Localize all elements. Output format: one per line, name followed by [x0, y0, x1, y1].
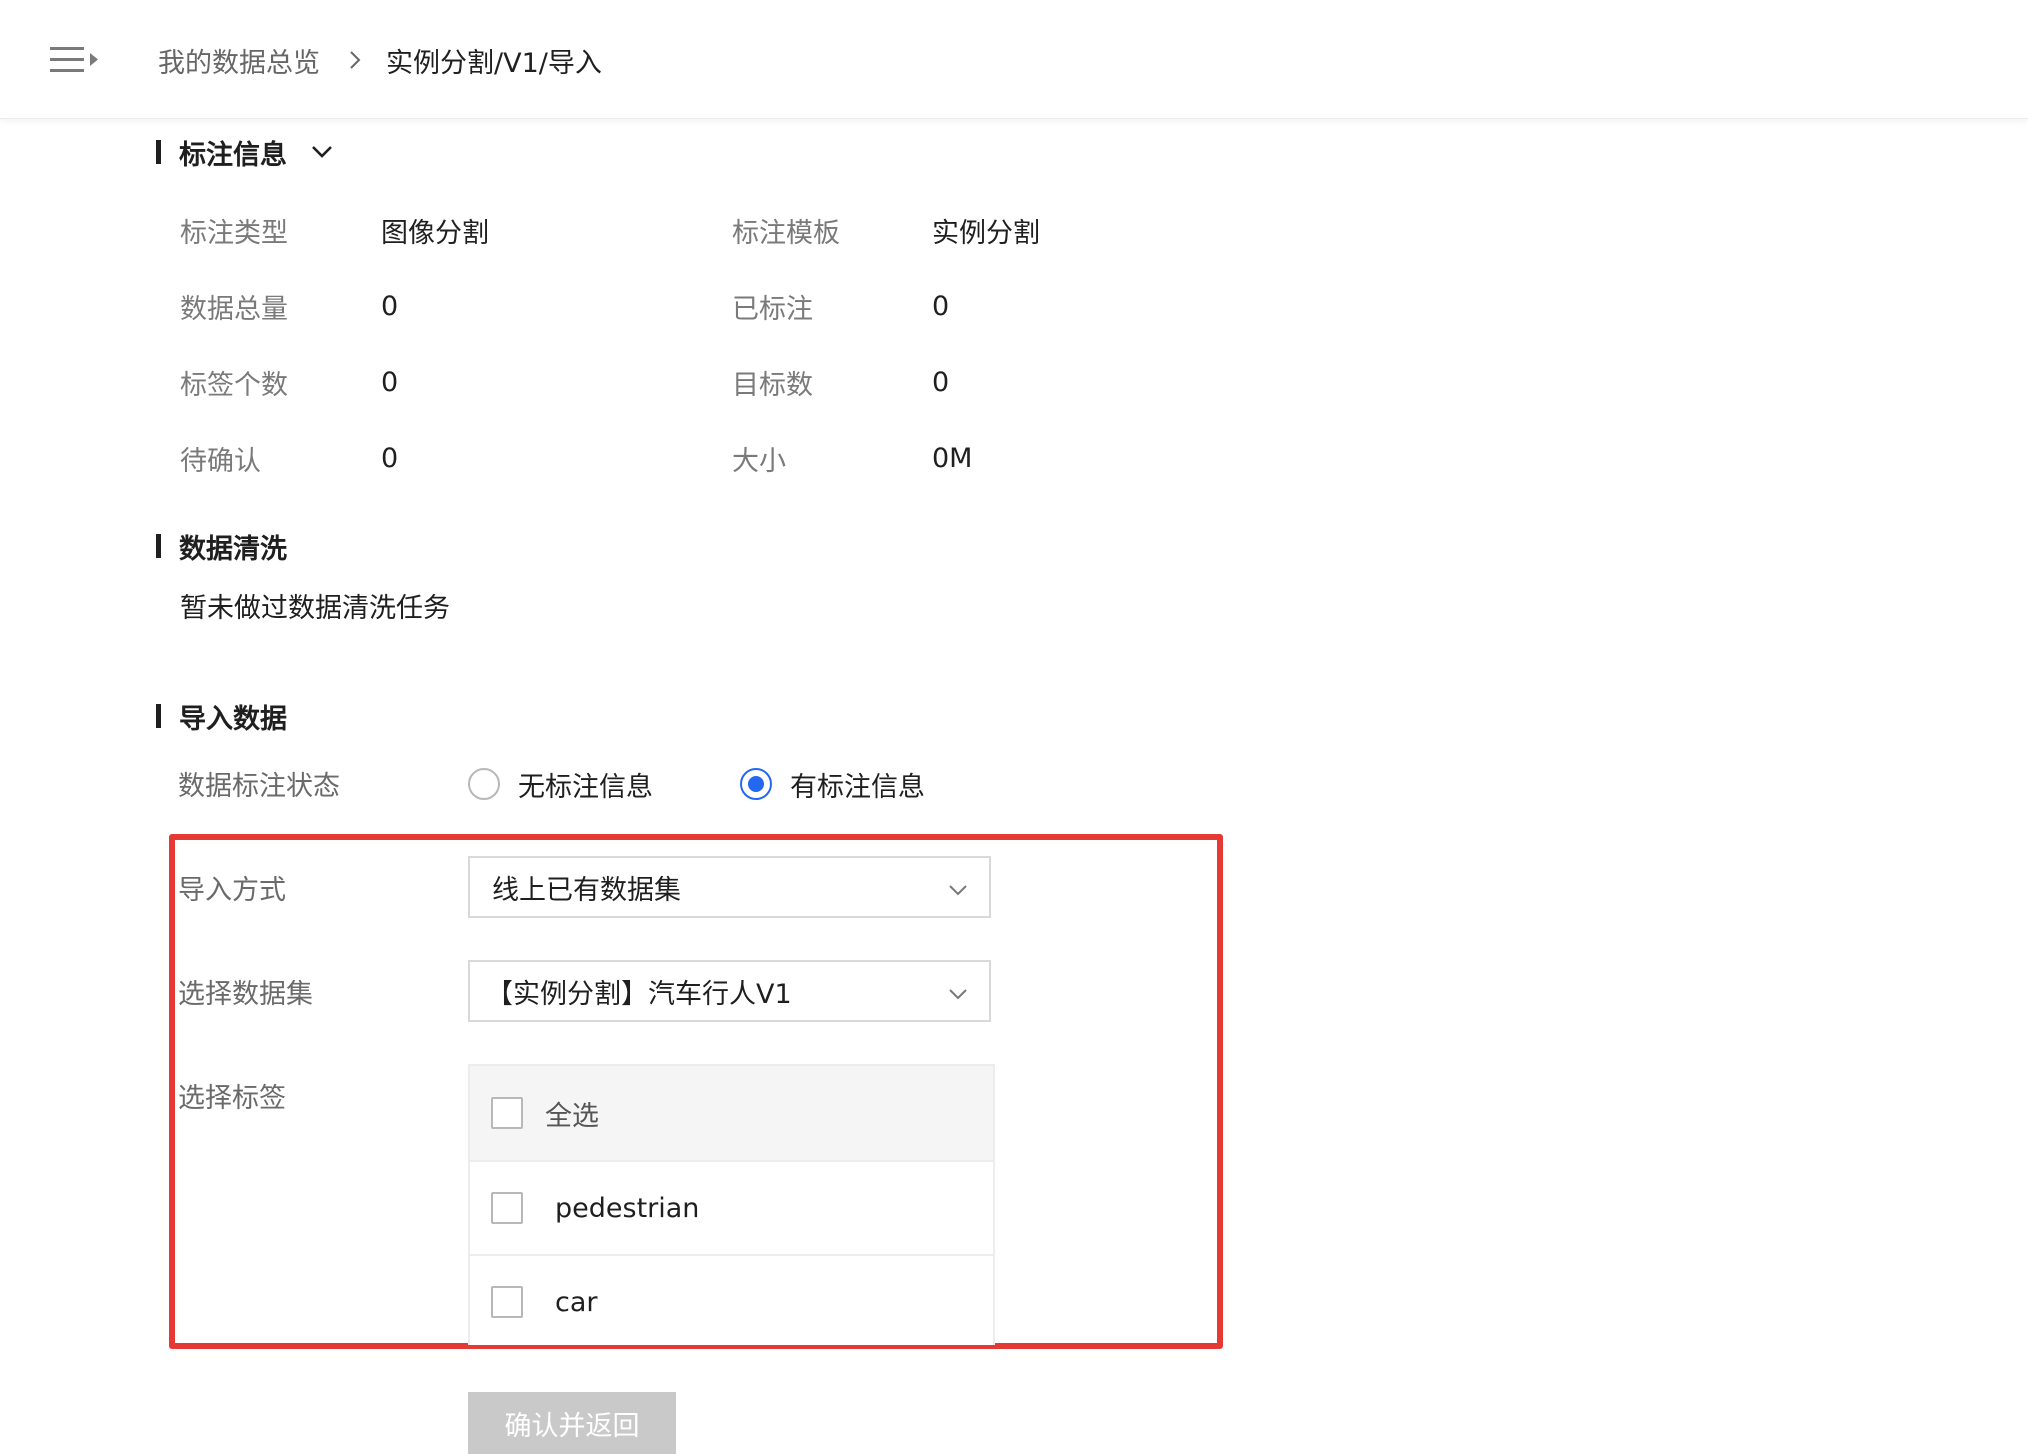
radio-label: 有标注信息 [790, 771, 925, 803]
info-label-annotation-type: 标注类型 [180, 217, 288, 249]
info-value-annotation-template: 实例分割 [932, 217, 1040, 249]
select-all-checkbox-row[interactable]: 全选 [470, 1066, 993, 1160]
dataset-select[interactable]: 【实例分割】汽车行人V1 [468, 960, 991, 1022]
checkbox[interactable] [491, 1286, 523, 1318]
import-method-label: 导入方式 [178, 875, 286, 906]
chevron-right-icon [344, 49, 366, 71]
radio-no-annotation[interactable]: 无标注信息 [468, 764, 653, 804]
chevron-down-icon [947, 877, 969, 899]
info-value-total: 0 [381, 290, 399, 322]
menu-toggle-button[interactable] [50, 44, 102, 76]
radio-has-annotation[interactable]: 有标注信息 [740, 764, 925, 804]
info-label-target-count: 目标数 [732, 369, 813, 401]
info-value-pending: 0 [381, 442, 399, 474]
info-value-size: 0M [932, 442, 973, 474]
info-label-tag-count: 标签个数 [180, 369, 288, 401]
info-label-pending: 待确认 [180, 445, 261, 477]
checkbox[interactable] [491, 1192, 523, 1224]
section-marker [156, 704, 161, 728]
tag-label: pedestrian [555, 1192, 700, 1224]
tags-label: 选择标签 [178, 1083, 286, 1114]
tag-row-car[interactable]: car [470, 1254, 993, 1345]
section-title-text: 标注信息 [179, 139, 287, 171]
info-value-annotation-type: 图像分割 [381, 217, 489, 249]
info-value-target-count: 0 [932, 366, 950, 398]
breadcrumb-current: 实例分割/V1/导入 [386, 47, 602, 79]
info-value-tag-count: 0 [381, 366, 399, 398]
data-cleaning-empty-text: 暂未做过数据清洗任务 [180, 593, 450, 624]
radio-circle-checked [740, 768, 772, 800]
page: 我的数据总览 实例分割/V1/导入 标注信息 标注类型 图像分割 标注模板 实例… [0, 0, 2028, 1454]
info-label-total: 数据总量 [180, 293, 288, 325]
select-all-label: 全选 [545, 1100, 599, 1132]
import-method-select[interactable]: 线上已有数据集 [468, 856, 991, 918]
info-label-annotated: 已标注 [732, 293, 813, 325]
radio-circle [468, 768, 500, 800]
section-marker [156, 534, 161, 558]
section-title-data-cleaning: 数据清洗 [156, 526, 287, 566]
tag-row-pedestrian[interactable]: pedestrian [470, 1160, 993, 1254]
section-marker [156, 140, 161, 164]
confirm-and-return-button[interactable]: 确认并返回 [468, 1392, 676, 1454]
info-label-annotation-template: 标注模板 [732, 217, 840, 249]
top-bar: 我的数据总览 实例分割/V1/导入 [0, 0, 2028, 119]
section-title-annotation-info: 标注信息 [156, 132, 337, 172]
tag-selection-panel: 全选 pedestrian car [468, 1064, 995, 1345]
tag-label: car [555, 1286, 598, 1318]
dataset-value: 【实例分割】汽车行人V1 [486, 978, 792, 1010]
section-title-text: 导入数据 [179, 703, 287, 735]
menu-collapse-icon [50, 47, 98, 72]
checkbox[interactable] [491, 1097, 523, 1129]
section-title-text: 数据清洗 [179, 533, 287, 565]
annotation-status-label: 数据标注状态 [178, 771, 340, 802]
chevron-down-icon [947, 981, 969, 1003]
info-label-size: 大小 [732, 445, 786, 477]
radio-label: 无标注信息 [518, 771, 653, 803]
breadcrumb: 我的数据总览 实例分割/V1/导入 [158, 38, 602, 82]
chevron-down-icon[interactable] [307, 137, 337, 167]
dataset-label: 选择数据集 [178, 979, 313, 1010]
import-method-value: 线上已有数据集 [492, 874, 681, 906]
info-value-annotated: 0 [932, 290, 950, 322]
breadcrumb-home-link[interactable]: 我的数据总览 [158, 41, 320, 80]
section-title-import-data: 导入数据 [156, 696, 287, 736]
